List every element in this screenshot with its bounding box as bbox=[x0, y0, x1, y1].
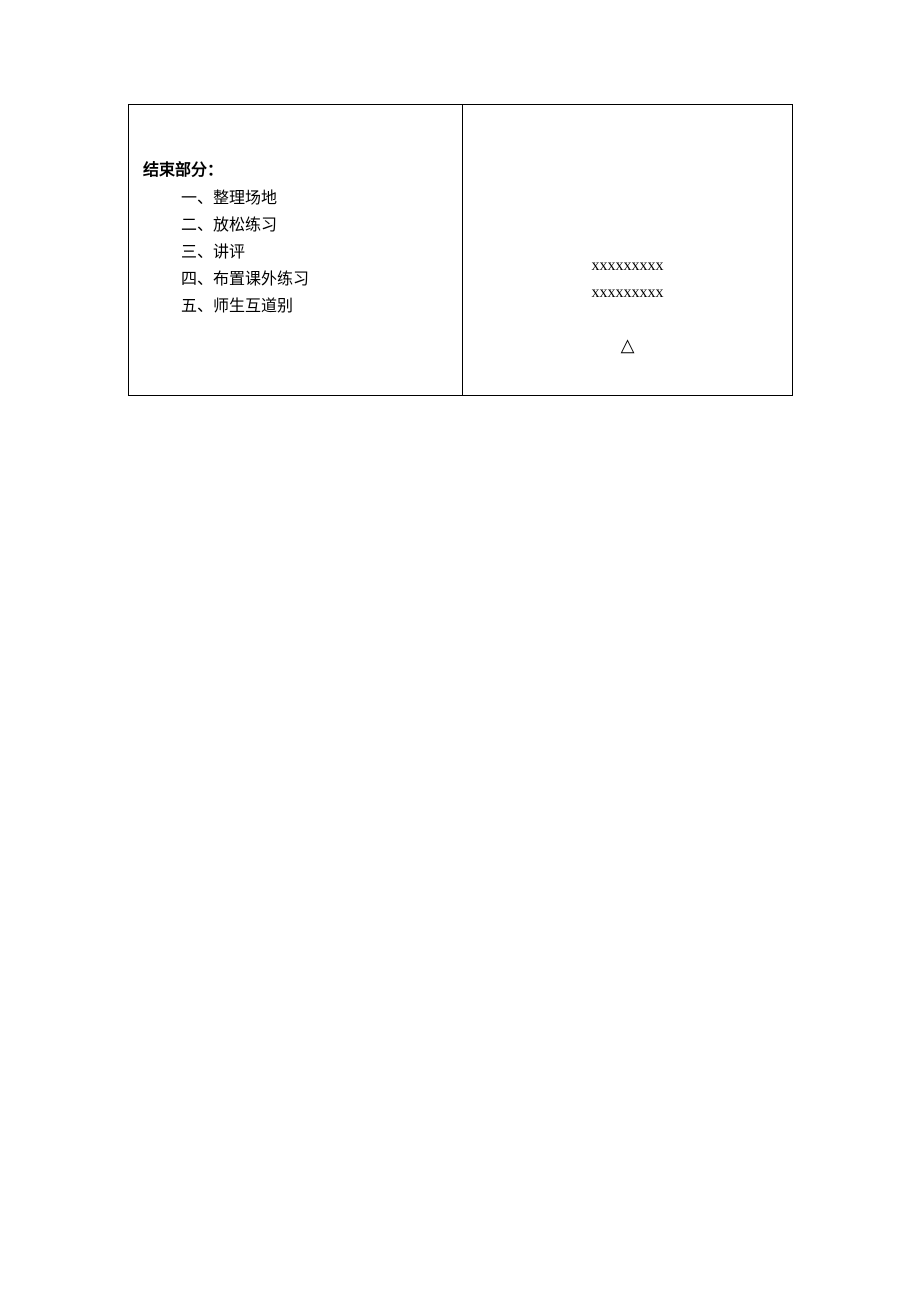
formation-row: xxxxxxxxx bbox=[592, 257, 664, 275]
section-heading: 结束部分： bbox=[143, 157, 448, 185]
list-item: 五、师生互道别 bbox=[143, 293, 448, 320]
list-item: 三、讲评 bbox=[143, 239, 448, 266]
triangle-icon: △ bbox=[621, 335, 635, 356]
right-cell: xxxxxxxxx xxxxxxxxx △ bbox=[463, 104, 793, 396]
list-item: 一、整理场地 bbox=[143, 185, 448, 212]
left-cell: 结束部分： 一、整理场地 二、放松练习 三、讲评 四、布置课外练习 五、师生互道… bbox=[128, 104, 463, 396]
formation-row: xxxxxxxxx bbox=[592, 284, 664, 302]
lesson-plan-table: 结束部分： 一、整理场地 二、放松练习 三、讲评 四、布置课外练习 五、师生互道… bbox=[128, 104, 793, 396]
list-item: 四、布置课外练习 bbox=[143, 266, 448, 293]
list-item: 二、放松练习 bbox=[143, 212, 448, 239]
